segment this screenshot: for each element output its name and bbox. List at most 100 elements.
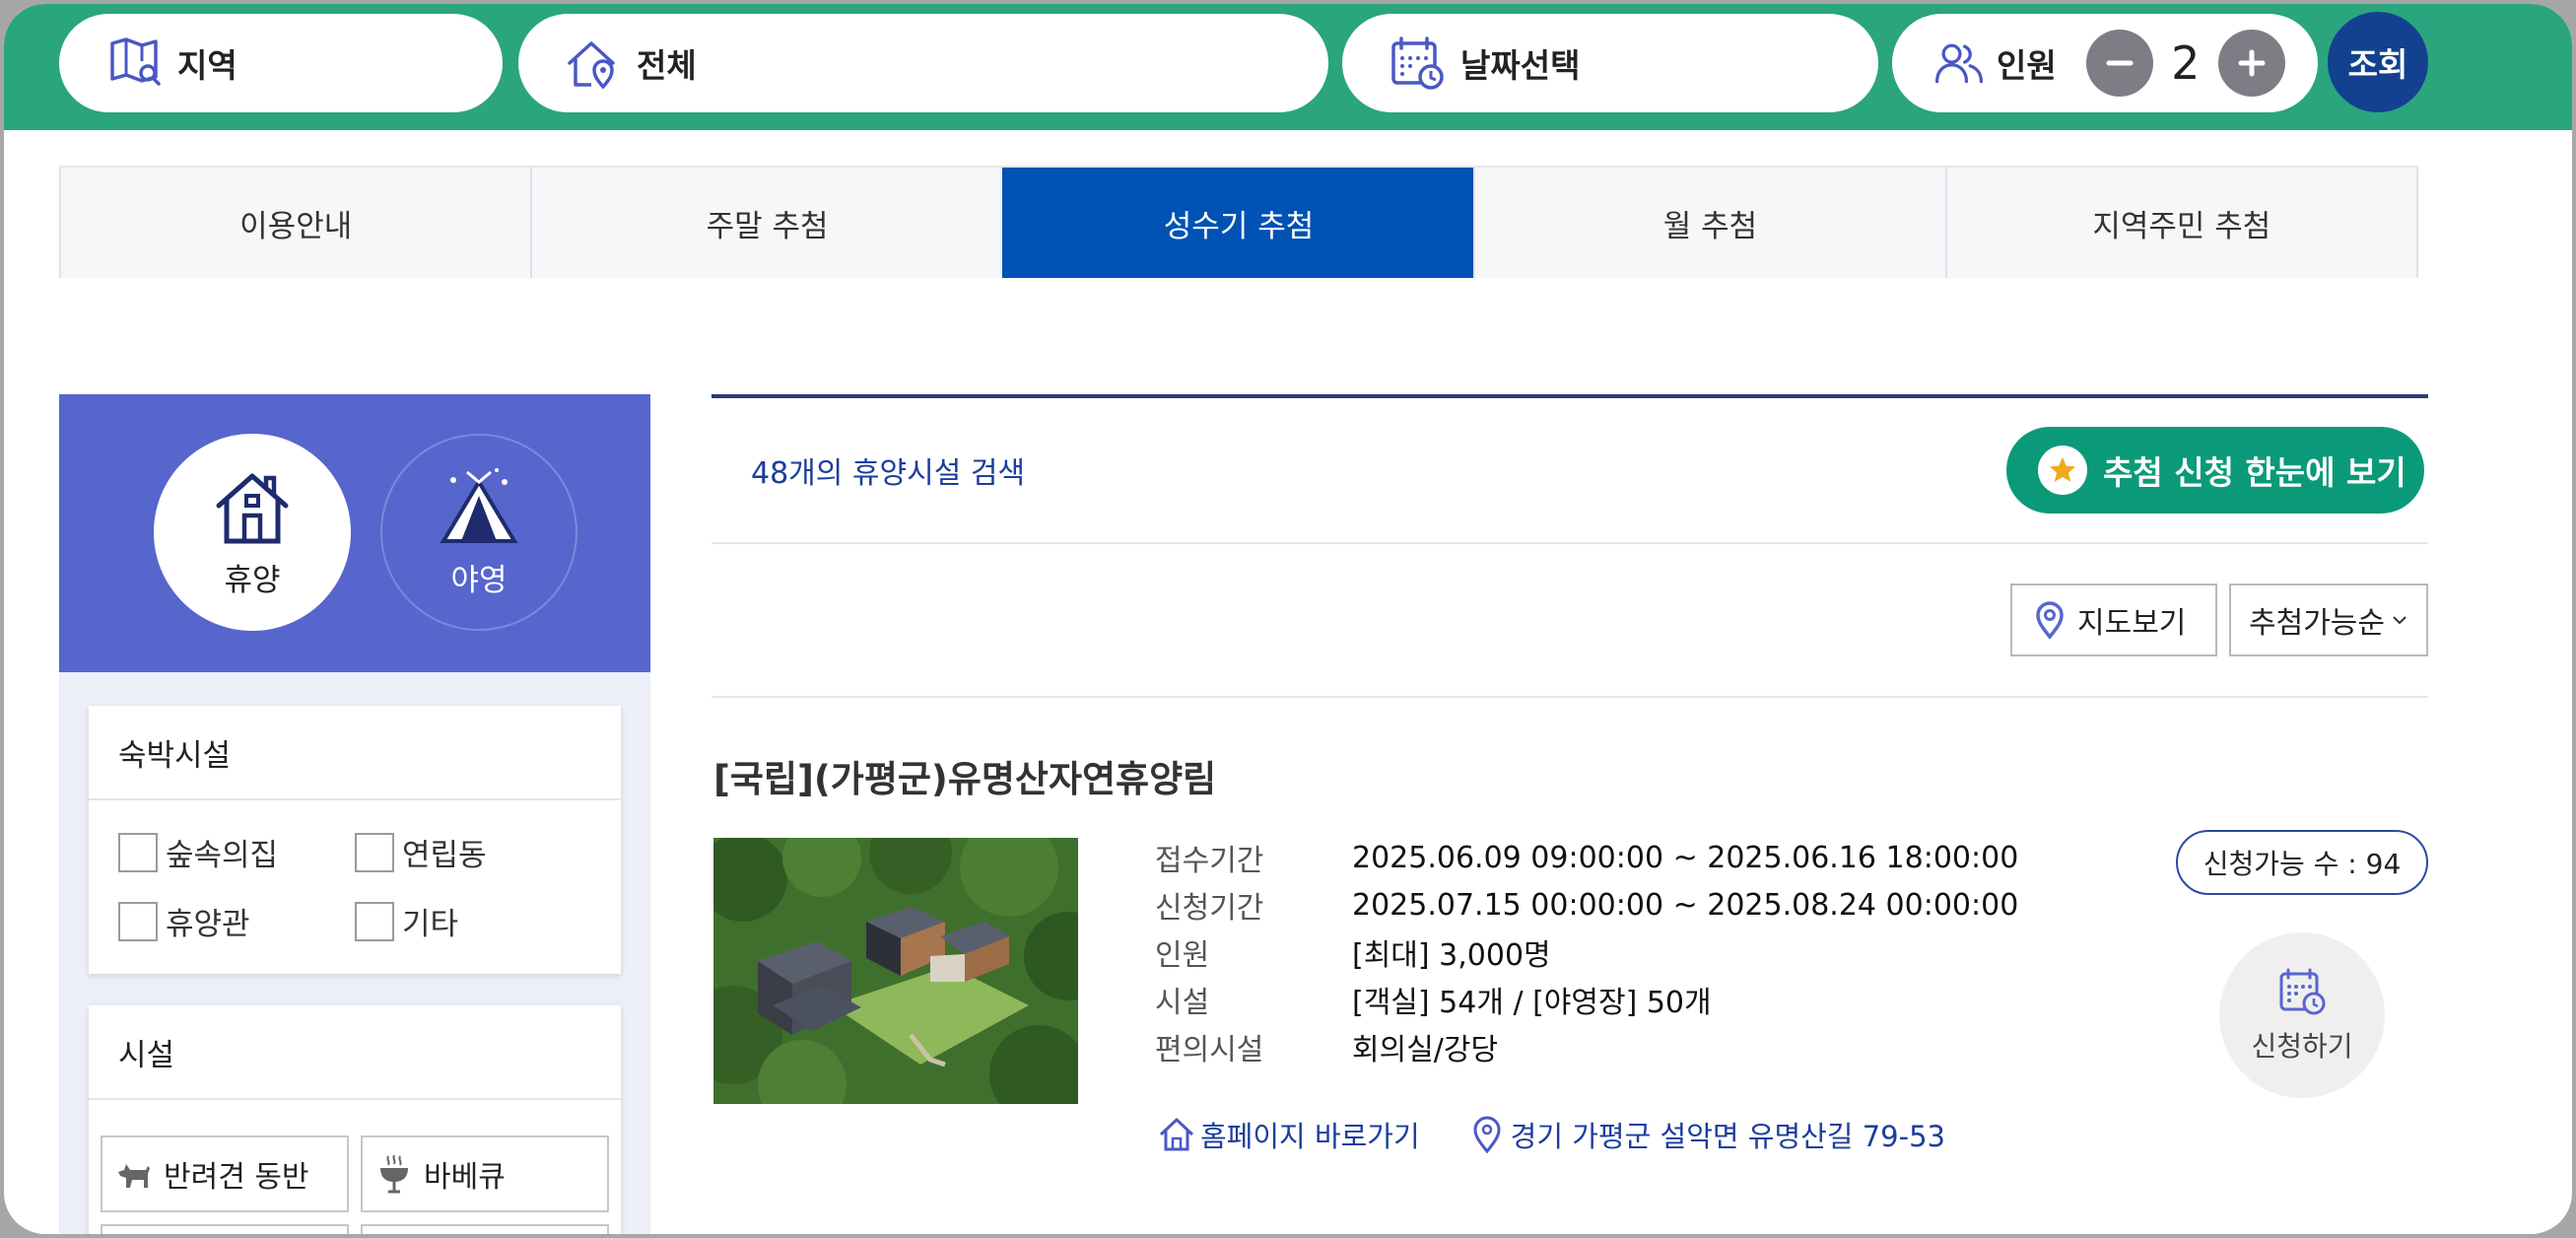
checkbox-label: 숲속의집 — [166, 838, 279, 873]
checkbox-box[interactable] — [118, 901, 158, 941]
detail-label: 신청기간 — [1155, 891, 1264, 926]
checkbox-label: 휴양관 — [166, 907, 250, 942]
detail-row: 접수기간 2025.06.09 09:00:00 ~ 2025.06.16 18… — [1155, 834, 2018, 881]
plus-icon — [2238, 49, 2266, 77]
checkbox-other[interactable]: 기타 — [355, 899, 458, 943]
facility-label: 바베큐 — [424, 1160, 506, 1195]
tent-icon — [438, 466, 520, 549]
lottery-overview-button[interactable]: 추첨 신청 한눈에 보기 — [2006, 427, 2424, 514]
house-icon — [211, 466, 294, 549]
detail-label: 시설 — [1155, 986, 1210, 1020]
homepage-link[interactable]: 홈페이지 바로가기 — [1157, 1114, 1420, 1155]
type-camping-label: 야영 — [450, 562, 508, 598]
facility-title[interactable]: [국립](가평군)유명산자연휴양림 — [713, 749, 1216, 802]
homepage-link-label: 홈페이지 바로가기 — [1200, 1120, 1420, 1153]
sort-selected-label: 추첨가능순 — [2249, 606, 2385, 641]
search-button[interactable]: 조회 — [2328, 12, 2428, 112]
checkbox-label: 연립동 — [402, 838, 487, 873]
type-recreation-button[interactable]: 휴양 — [154, 434, 351, 631]
facility-filter: 시설 반려견 동반 바베큐 — [89, 1005, 621, 1234]
results-toolbar: 지도보기 추첨가능순 — [712, 544, 2428, 698]
dog-icon — [112, 1152, 156, 1196]
people-label: 인원 — [1997, 46, 2057, 85]
facility-details: 접수기간 2025.06.09 09:00:00 ~ 2025.06.16 18… — [1155, 834, 2018, 1070]
type-camping-button[interactable]: 야영 — [380, 434, 577, 631]
checkbox-recreation-hall[interactable]: 휴양관 — [118, 899, 250, 943]
lodging-filter: 숙박시설 숲속의집 연립동 휴양관 기타 — [89, 706, 621, 974]
detail-row: 편의시설 회의실/강당 — [1155, 1023, 2018, 1070]
location-label: 전체 — [637, 46, 697, 85]
detail-row: 시설 [객실] 54개 / [야영장] 50개 — [1155, 976, 2018, 1023]
availability-badge: 신청가능 수 : 94 — [2176, 830, 2428, 895]
region-label: 지역 — [177, 46, 237, 85]
facility-option-partial[interactable] — [361, 1224, 609, 1234]
detail-label: 편의시설 — [1155, 1033, 1264, 1067]
tab-monthly-lottery[interactable]: 월 추첨 — [1473, 168, 1945, 278]
house-pin-icon — [564, 34, 623, 93]
facility-photo[interactable] — [713, 838, 1078, 1104]
map-view-label: 지도보기 — [2077, 606, 2187, 641]
tab-weekend-lottery[interactable]: 주말 추첨 — [530, 168, 1002, 278]
location-pin-icon — [1467, 1115, 1507, 1154]
tab-guide[interactable]: 이용안내 — [59, 168, 531, 278]
region-select[interactable]: 지역 — [59, 14, 503, 112]
detail-value: [최대] 3,000명 — [1352, 938, 1551, 973]
results-header: 48개의 휴양시설 검색 추첨 신청 한눈에 보기 — [712, 398, 2428, 544]
people-selector: 인원 2 — [1892, 14, 2318, 112]
increase-people-button[interactable] — [2217, 30, 2285, 97]
map-view-button[interactable]: 지도보기 — [2010, 584, 2217, 656]
detail-row: 인원 [최대] 3,000명 — [1155, 928, 2018, 976]
star-icon — [2038, 446, 2087, 495]
checkbox-label: 기타 — [402, 907, 459, 942]
facility-pet-friendly-button[interactable]: 반려견 동반 — [101, 1135, 349, 1212]
browser-frame: 지역 전체 날짜선택 인원 2 조회 이용안내 주말 추첨 성수기 추첨 월 추… — [4, 4, 2572, 1234]
location-pin-icon — [2030, 600, 2069, 640]
search-bar: 지역 전체 날짜선택 인원 2 조회 — [4, 4, 2572, 130]
detail-value: 2025.06.09 09:00:00 ~ 2025.06.16 18:00:0… — [1352, 840, 2019, 875]
type-recreation-label: 휴양 — [224, 562, 281, 598]
checkbox-box[interactable] — [355, 901, 394, 941]
detail-value: 2025.07.15 00:00:00 ~ 2025.08.24 00:00:0… — [1352, 887, 2019, 923]
address-link[interactable]: 경기 가평군 설악면 유명산길 79-53 — [1467, 1114, 1945, 1155]
detail-label: 접수기간 — [1155, 844, 1264, 878]
checkbox-box[interactable] — [118, 832, 158, 872]
chevron-down-icon — [2393, 616, 2407, 625]
decrease-people-button[interactable] — [2085, 30, 2153, 97]
apply-button-label: 신청하기 — [2251, 1030, 2353, 1063]
facility-filter-title: 시설 — [89, 1005, 621, 1100]
facility-option-partial[interactable] — [101, 1224, 349, 1234]
detail-label: 인원 — [1155, 938, 1210, 973]
facility-label: 반려견 동반 — [164, 1160, 309, 1195]
lodging-filter-title: 숙박시설 — [89, 706, 621, 800]
people-count: 2 — [2171, 36, 2201, 90]
date-select[interactable]: 날짜선택 — [1342, 14, 1878, 112]
detail-value: 회의실/강당 — [1352, 1033, 1499, 1067]
result-count: 48개의 휴양시설 검색 — [751, 456, 1026, 491]
calendar-clock-icon — [2276, 966, 2328, 1017]
home-icon — [1157, 1115, 1196, 1154]
calendar-clock-icon — [1388, 34, 1447, 93]
location-select[interactable]: 전체 — [518, 14, 1328, 112]
detail-value: [객실] 54개 / [야영장] 50개 — [1352, 986, 1712, 1020]
detail-row: 신청기간 2025.07.15 00:00:00 ~ 2025.08.24 00… — [1155, 881, 2018, 928]
facility-bbq-button[interactable]: 바베큐 — [361, 1135, 609, 1212]
checkbox-box[interactable] — [355, 832, 394, 872]
address-label: 경기 가평군 설악면 유명산길 79-53 — [1510, 1120, 1945, 1153]
apply-button[interactable]: 신청하기 — [2219, 932, 2385, 1098]
bbq-grill-icon — [373, 1152, 416, 1196]
users-icon — [1930, 34, 1989, 93]
minus-icon — [2106, 60, 2134, 66]
facility-links: 홈페이지 바로가기 경기 가평군 설악면 유명산길 79-53 — [1157, 1114, 1945, 1155]
lottery-tabs: 이용안내 주말 추첨 성수기 추첨 월 추첨 지역주민 추첨 — [59, 166, 2419, 278]
tab-local-resident-lottery[interactable]: 지역주민 추첨 — [1944, 168, 2419, 278]
facility-type-header: 휴양 야영 — [59, 394, 650, 672]
date-label: 날짜선택 — [1460, 46, 1581, 85]
filter-sidebar: 휴양 야영 숙박시설 숲속의집 연립동 휴양관 기타 시설 반려견 동반 바베큐 — [59, 394, 650, 1234]
tab-peak-season-lottery[interactable]: 성수기 추첨 — [1001, 168, 1474, 278]
lottery-overview-label: 추첨 신청 한눈에 보기 — [2103, 453, 2407, 492]
sort-select[interactable]: 추첨가능순 — [2229, 584, 2428, 656]
map-book-icon — [104, 34, 164, 93]
checkbox-forest-cabin[interactable]: 숲속의집 — [118, 830, 278, 874]
results-panel: 48개의 휴양시설 검색 추첨 신청 한눈에 보기 지도보기 추첨가능순 [국립… — [712, 394, 2428, 1154]
checkbox-row-house[interactable]: 연립동 — [355, 830, 487, 874]
